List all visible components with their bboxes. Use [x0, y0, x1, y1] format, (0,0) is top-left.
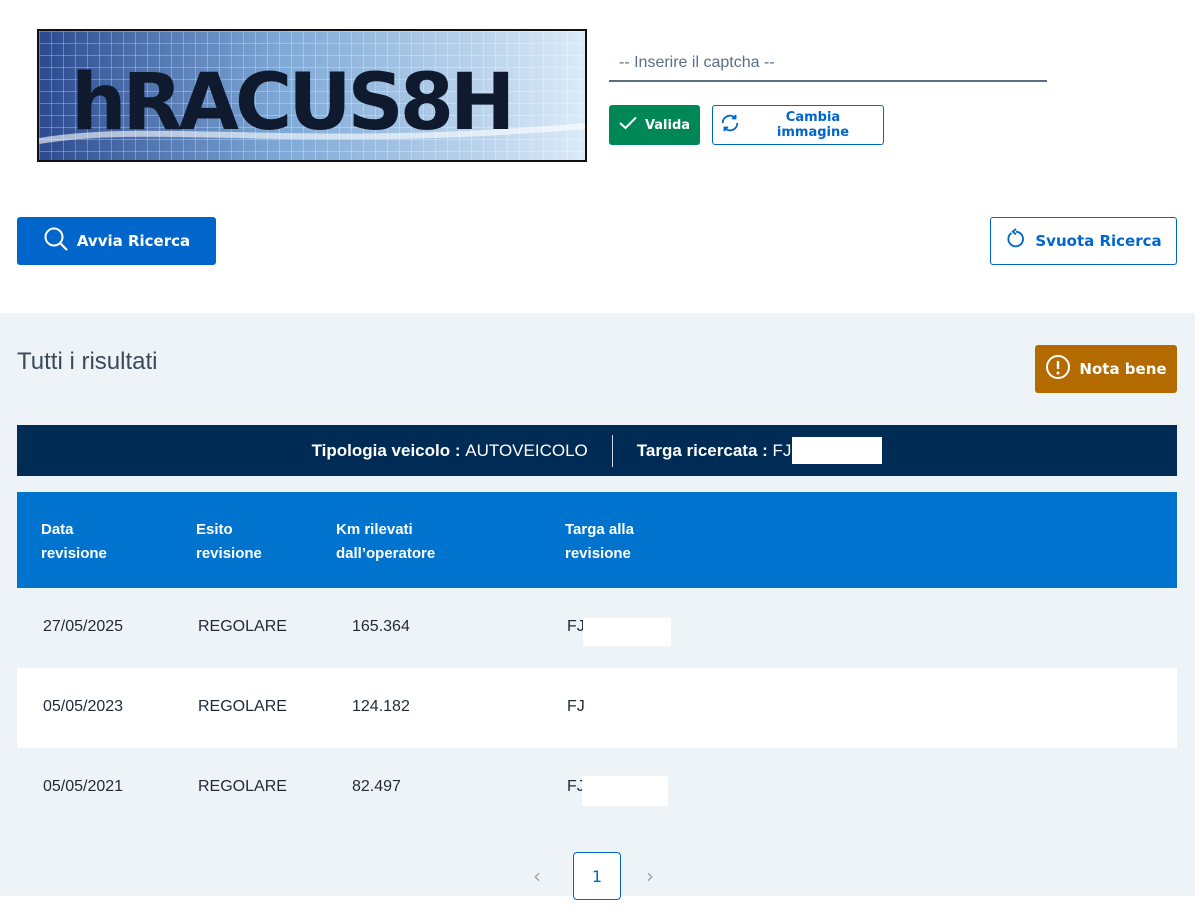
prev-page-icon[interactable]: ‹ [533, 864, 541, 888]
refresh-icon [719, 112, 741, 138]
column-header: Esito revisione [196, 521, 262, 562]
vehicle-info-bar: Tipologia veicolo : AUTOVEICOLO Targa ri… [17, 425, 1177, 476]
column-header: Data revisione [41, 521, 107, 562]
captcha-input[interactable] [609, 46, 1047, 82]
table-row: 27/05/2025 REGOLARE 165.364 FJ [17, 588, 1177, 668]
cell-outcome: REGOLARE [198, 618, 287, 635]
check-icon [619, 116, 637, 134]
vehicle-type-label: Tipologia veicolo : [311, 440, 461, 460]
change-image-label: Cambia immagine [776, 110, 850, 140]
table-header: Data revisione Esito revisione Km rileva… [17, 492, 1177, 588]
cell-date: 05/05/2023 [43, 698, 124, 715]
cell-outcome: REGOLARE [198, 698, 287, 715]
cell-km: 82.497 [352, 778, 401, 795]
plate-label: Targa ricercata : [636, 440, 768, 460]
vehicle-type-value: AUTOVEICOLO [465, 440, 588, 460]
redaction [792, 437, 883, 464]
cell-date: 05/05/2021 [43, 778, 124, 795]
captcha-image: hRACUS8H [37, 29, 587, 162]
plate-value: FJ [772, 440, 792, 460]
results-title: Tutti i risultati [17, 348, 158, 375]
clear-search-button[interactable]: Svuota Ricerca [990, 217, 1177, 265]
page-number-button[interactable]: 1 [573, 852, 621, 900]
svg-text:hRACUS8H: hRACUS8H [71, 58, 511, 148]
alert-icon [1045, 354, 1071, 384]
validate-label: Valida [644, 117, 691, 133]
page-bottom [0, 896, 1195, 923]
next-page-icon[interactable]: › [646, 864, 654, 888]
cell-km: 165.364 [352, 618, 410, 635]
cell-outcome: REGOLARE [198, 778, 287, 795]
search-icon [43, 226, 69, 256]
redaction [583, 618, 671, 646]
column-header: Targa alla revisione [565, 521, 634, 562]
change-image-button[interactable]: Cambia immagine [712, 105, 884, 145]
start-search-button[interactable]: Avvia Ricerca [17, 217, 216, 265]
reset-icon [1005, 228, 1027, 254]
table-row: 05/05/2021 REGOLARE 82.497 FJ [17, 748, 1177, 828]
divider [611, 434, 613, 467]
note-label: Nota bene [1079, 360, 1167, 378]
redaction [582, 776, 668, 806]
validate-button[interactable]: Valida [609, 105, 700, 145]
cell-km: 124.182 [352, 698, 410, 715]
column-header: Km rilevati dall’operatore [336, 521, 436, 562]
clear-search-label: Svuota Ricerca [1035, 232, 1162, 250]
cell-plate: FJ [567, 698, 585, 715]
table-row: 05/05/2023 REGOLARE 124.182 FJ [17, 668, 1177, 748]
start-search-label: Avvia Ricerca [76, 232, 191, 250]
note-button[interactable]: Nota bene [1035, 345, 1177, 393]
cell-date: 27/05/2025 [43, 618, 124, 635]
